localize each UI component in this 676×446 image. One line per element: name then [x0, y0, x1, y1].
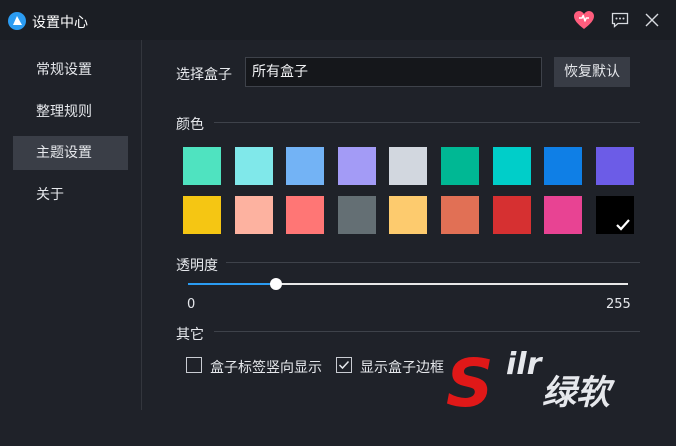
box-select-dropdown[interactable]: 所有盒子 [245, 57, 542, 87]
sidebar-item-general[interactable]: 常规设置 [13, 53, 128, 87]
transparency-label: 透明度 [176, 258, 218, 274]
color-swatch[interactable] [235, 147, 273, 185]
color-section-label: 颜色 [176, 117, 204, 133]
close-icon [645, 13, 659, 27]
sidebar-item-rules[interactable]: 整理规则 [13, 95, 128, 129]
other-section-label: 其它 [176, 327, 204, 343]
vertical-label-option: 盒子标签竖向显示 [210, 360, 322, 376]
color-swatch[interactable] [235, 196, 273, 234]
color-swatch[interactable] [493, 196, 531, 234]
color-swatch[interactable] [183, 147, 221, 185]
box-select-label: 选择盒子 [176, 67, 232, 83]
sidebar-item-about[interactable]: 关于 [13, 178, 128, 212]
color-swatch[interactable] [286, 196, 324, 234]
color-swatch[interactable] [544, 196, 582, 234]
show-border-checkbox[interactable] [336, 357, 352, 373]
color-swatch[interactable] [338, 196, 376, 234]
color-swatch[interactable] [596, 147, 634, 185]
window-title: 设置中心 [32, 15, 88, 31]
sidebar-nav: 常规设置 整理规则 主题设置 关于 [0, 40, 141, 446]
color-swatch[interactable] [596, 196, 634, 234]
color-swatch[interactable] [389, 196, 427, 234]
watermark-letters: ilr [506, 347, 544, 382]
favorite-button[interactable] [572, 9, 596, 31]
slider-fill [188, 283, 276, 285]
watermark-logo-mark: S ilr 绿软 [446, 345, 616, 422]
color-swatch[interactable] [441, 196, 479, 234]
vertical-label-checkbox[interactable] [186, 357, 202, 373]
show-border-option: 显示盒子边框 [360, 360, 444, 376]
selected-check-icon [616, 219, 630, 231]
other-section-divider [214, 331, 640, 332]
watermark-logo: S ilr 绿软 [444, 344, 639, 422]
heart-icon [574, 11, 594, 29]
checkmark-icon [338, 360, 350, 370]
sidebar-divider [141, 40, 142, 410]
color-swatch[interactable] [183, 196, 221, 234]
title-bar: 设置中心 [0, 0, 676, 40]
color-swatch[interactable] [441, 147, 479, 185]
app-logo-icon [8, 12, 26, 30]
watermark-text: 绿软 [542, 373, 616, 413]
color-section-divider [214, 122, 640, 123]
color-swatch[interactable] [286, 147, 324, 185]
reset-default-button[interactable]: 恢复默认 [554, 57, 630, 87]
slider-min-value: 0 [187, 297, 196, 312]
slider-thumb[interactable] [270, 278, 282, 290]
color-swatch[interactable] [338, 147, 376, 185]
color-swatch[interactable] [544, 147, 582, 185]
transparency-slider[interactable] [188, 278, 628, 290]
feedback-button[interactable] [608, 9, 632, 31]
color-swatch[interactable] [389, 147, 427, 185]
message-icon [611, 12, 629, 28]
color-swatch[interactable] [493, 147, 531, 185]
slider-max-value: 255 [606, 297, 631, 312]
close-button[interactable] [640, 9, 664, 31]
sidebar-item-theme[interactable]: 主题设置 [13, 136, 128, 170]
watermark-glyph: S [446, 345, 494, 414]
transparency-section-divider [226, 262, 640, 263]
